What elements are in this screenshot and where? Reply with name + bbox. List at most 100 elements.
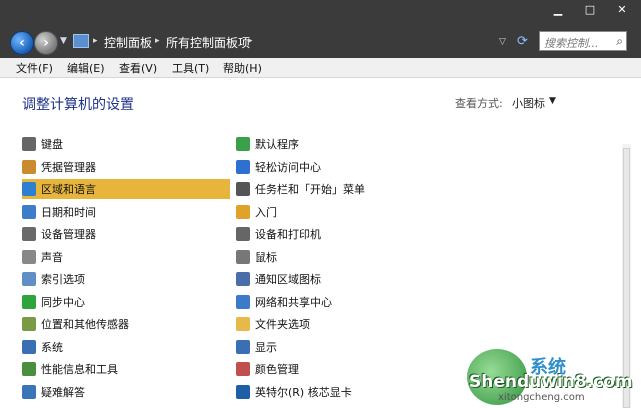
right-item-label: 颜色管理	[255, 363, 299, 376]
refresh-icon[interactable]: ⟳	[517, 34, 528, 49]
right-item-label: 通知区域图标	[255, 273, 321, 286]
left-item-6[interactable]: 索引选项	[22, 269, 222, 289]
minimize-button[interactable]: ▁	[551, 3, 565, 16]
search-placeholder: 搜索控制...	[544, 37, 599, 50]
right-item-label: 默认程序	[255, 138, 299, 151]
index-icon	[22, 272, 36, 286]
right-item-3[interactable]: 入门	[236, 202, 436, 222]
breadcrumb-arrow-icon[interactable]: ▸	[93, 36, 98, 46]
view-by-label: 查看方式:	[455, 97, 503, 110]
scrollbar-thumb[interactable]	[623, 148, 630, 408]
ease-of-access-icon	[236, 159, 250, 174]
left-item-label: 同步中心	[41, 295, 85, 309]
left-item-5[interactable]: 声音	[22, 247, 222, 267]
watermark-domain: Shenduwin8.com	[469, 372, 633, 392]
search-input[interactable]: 搜索控制... ⌕	[539, 31, 627, 51]
right-item-7[interactable]: 网络和共享中心	[236, 292, 436, 312]
address-dropdown-icon[interactable]: ▽	[499, 37, 506, 47]
left-item-label: 设备管理器	[41, 228, 96, 241]
performance-icon	[22, 362, 36, 376]
right-item-11[interactable]: 英特尔(R) 核芯显卡	[236, 382, 436, 402]
right-item-label: 显示	[255, 340, 277, 354]
left-item-11[interactable]: 疑难解答	[22, 382, 222, 402]
right-item-label: 文件夹选项	[255, 318, 310, 331]
left-item-label: 索引选项	[41, 273, 85, 286]
right-item-label: 网络和共享中心	[255, 295, 332, 309]
left-item-7[interactable]: 同步中心	[22, 292, 222, 312]
left-item-8[interactable]: 位置和其他传感器	[22, 314, 222, 334]
troubleshoot-icon	[22, 384, 36, 399]
right-item-label: 轻松访问中心	[255, 160, 321, 174]
recent-pages-dropdown-icon[interactable]: ▼	[60, 36, 67, 46]
right-item-label: 入门	[255, 205, 277, 219]
left-item-3[interactable]: 日期和时间	[22, 202, 222, 222]
right-item-2[interactable]: 任务栏和「开始」菜单	[236, 179, 436, 199]
left-item-4[interactable]: 设备管理器	[22, 224, 222, 244]
menu-bar: 文件(F) 编辑(E) 查看(V) 工具(T) 帮助(H)	[0, 58, 641, 78]
window-controls: ▁ □ ✕	[551, 3, 629, 16]
menu-file[interactable]: 文件(F)	[16, 60, 53, 76]
right-item-label: 英特尔(R) 核芯显卡	[255, 385, 352, 399]
taskbar-icon	[236, 182, 250, 196]
clock-icon	[22, 204, 36, 219]
page-title: 调整计算机的设置	[22, 97, 134, 113]
left-item-9[interactable]: 系统	[22, 337, 222, 357]
left-item-label: 性能信息和工具	[41, 363, 118, 376]
breadcrumb-arrow-icon[interactable]: ▸	[155, 36, 160, 46]
left-item-label: 声音	[41, 250, 63, 264]
left-item-1[interactable]: 凭据管理器	[22, 157, 222, 177]
right-item-label: 任务栏和「开始」菜单	[255, 183, 365, 196]
right-item-label: 设备和打印机	[255, 228, 321, 241]
right-item-label: 鼠标	[255, 250, 277, 264]
color-management-icon	[236, 362, 250, 376]
breadcrumb-control-panel[interactable]: 控制面板	[104, 34, 152, 51]
right-item-10[interactable]: 颜色管理	[236, 359, 436, 379]
right-item-6[interactable]: 通知区域图标	[236, 269, 436, 289]
breadcrumb-all-items[interactable]: 所有控制面板项	[166, 34, 250, 51]
getting-started-icon	[236, 204, 250, 219]
left-item-label: 日期和时间	[41, 205, 96, 219]
menu-edit[interactable]: 编辑(E)	[67, 60, 105, 76]
mouse-icon	[236, 249, 250, 264]
left-item-label: 系统	[41, 340, 63, 354]
left-item-label: 区域和语言	[41, 183, 96, 196]
printer-icon	[236, 227, 250, 241]
left-item-2[interactable]: 区域和语言	[22, 179, 230, 199]
right-item-8[interactable]: 文件夹选项	[236, 314, 436, 334]
intel-graphics-icon	[236, 384, 250, 399]
left-item-10[interactable]: 性能信息和工具	[22, 359, 222, 379]
folder-icon	[236, 317, 250, 331]
back-button[interactable]: ‹	[10, 31, 34, 55]
display-icon	[236, 339, 250, 354]
menu-help[interactable]: 帮助(H)	[223, 60, 262, 76]
notification-icon	[236, 272, 250, 286]
left-item-0[interactable]: 键盘	[22, 134, 222, 154]
left-item-label: 键盘	[41, 138, 63, 151]
breadcrumb-arrow-icon[interactable]: ▸	[248, 36, 253, 46]
close-button[interactable]: ✕	[615, 3, 629, 16]
sensor-icon	[22, 317, 36, 331]
right-item-9[interactable]: 显示	[236, 337, 436, 357]
view-by-dropdown[interactable]: 小图标	[512, 95, 545, 111]
globe-icon	[22, 182, 36, 196]
menu-view[interactable]: 查看(V)	[119, 60, 157, 76]
control-panel-icon	[73, 34, 89, 48]
right-item-0[interactable]: 默认程序	[236, 134, 436, 154]
forward-button[interactable]: ›	[34, 31, 58, 55]
chevron-down-icon[interactable]: ▼	[549, 96, 556, 106]
address-bar: ‹ › ▼ ▸ 控制面板 ▸ 所有控制面板项 ▸ ▽ ⟳ 搜索控制... ⌕	[0, 28, 641, 58]
right-item-4[interactable]: 设备和打印机	[236, 224, 436, 244]
speaker-icon	[22, 249, 36, 264]
right-item-1[interactable]: 轻松访问中心	[236, 157, 436, 177]
left-item-label: 凭据管理器	[41, 160, 96, 174]
default-programs-icon	[236, 137, 250, 151]
left-item-label: 位置和其他传感器	[41, 318, 129, 331]
device-manager-icon	[22, 227, 36, 241]
maximize-button[interactable]: □	[583, 3, 597, 16]
right-item-5[interactable]: 鼠标	[236, 247, 436, 267]
left-item-label: 疑难解答	[41, 385, 85, 399]
menu-tools[interactable]: 工具(T)	[172, 60, 209, 76]
network-icon	[236, 294, 250, 309]
search-icon[interactable]: ⌕	[616, 34, 623, 49]
system-icon	[22, 339, 36, 354]
